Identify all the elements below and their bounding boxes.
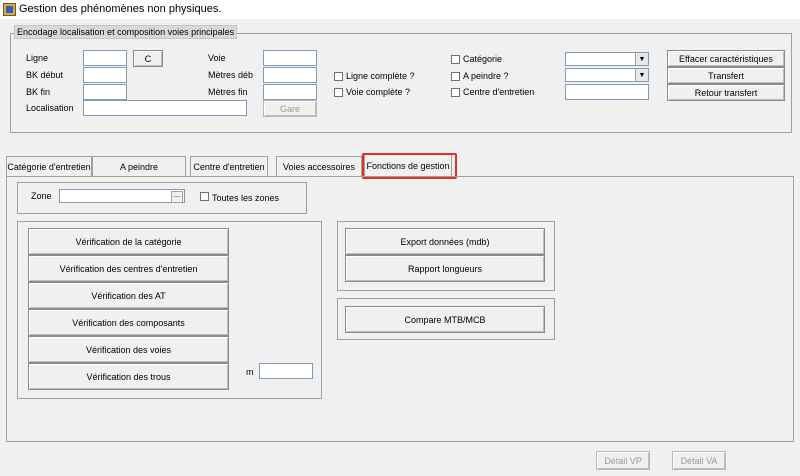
toutes-zones-label: Toutes les zones bbox=[212, 193, 280, 203]
export-donnees-button[interactable]: Export données (mdb) bbox=[345, 228, 545, 255]
chevron-down-icon[interactable]: ▼ bbox=[635, 53, 648, 65]
verification-categorie-button[interactable]: Vérification de la catégorie bbox=[28, 228, 229, 255]
categorie-label: Catégorie bbox=[463, 54, 503, 64]
voie-complete-checkbox[interactable] bbox=[334, 88, 343, 97]
m-label: m bbox=[246, 367, 254, 377]
transfert-button[interactable]: Transfert bbox=[667, 67, 785, 84]
detail-va-button[interactable]: Détail VA bbox=[672, 451, 726, 470]
ligne-c-button[interactable]: C bbox=[133, 50, 163, 67]
centre-entretien-field[interactable] bbox=[565, 84, 649, 100]
effacer-caracteristiques-button[interactable]: Effacer caractéristiques bbox=[667, 50, 785, 67]
verification-voies-button[interactable]: Vérification des voies bbox=[28, 336, 229, 363]
verification-centres-button[interactable]: Vérification des centres d'entretien bbox=[28, 255, 229, 282]
ligne-field[interactable] bbox=[83, 50, 127, 66]
window-title: Gestion des phénomènes non physiques. bbox=[19, 3, 222, 15]
voie-label: Voie bbox=[208, 53, 226, 63]
title-bar: Gestion des phénomènes non physiques. bbox=[0, 0, 800, 19]
toutes-zones-checkbox[interactable] bbox=[200, 192, 209, 201]
categorie-checkbox[interactable] bbox=[451, 55, 460, 64]
verification-composants-button[interactable]: Vérification des composants bbox=[28, 309, 229, 336]
chevron-down-icon[interactable]: ▼ bbox=[635, 69, 648, 81]
app-icon bbox=[3, 3, 16, 16]
zone-browse-button[interactable]: ... bbox=[171, 191, 183, 203]
zone-label: Zone bbox=[31, 191, 52, 201]
centre-entretien-label: Centre d'entretien bbox=[463, 87, 535, 97]
tab-categorie-entretien[interactable]: Catégorie d'entretien bbox=[6, 156, 92, 176]
ligne-complete-checkbox[interactable] bbox=[334, 72, 343, 81]
voie-complete-label: Voie complète ? bbox=[346, 87, 411, 97]
localisation-label: Localisation bbox=[26, 103, 74, 113]
a-peindre-checkbox[interactable] bbox=[451, 72, 460, 81]
centre-entretien-checkbox[interactable] bbox=[451, 88, 460, 97]
zone-field[interactable]: ... bbox=[59, 189, 185, 203]
metres-deb-field[interactable] bbox=[263, 67, 317, 83]
encoding-group-title: Encodage localisation et composition voi… bbox=[14, 25, 238, 39]
ligne-complete-label: Ligne complète ? bbox=[346, 71, 415, 81]
verification-at-button[interactable]: Vérification des AT bbox=[28, 282, 229, 309]
tab-voies-accessoires[interactable]: Voies accessoires bbox=[276, 156, 362, 176]
bk-debut-field[interactable] bbox=[83, 67, 127, 83]
a-peindre-select[interactable]: ▼ bbox=[565, 68, 649, 82]
tab-a-peindre[interactable]: A peindre bbox=[92, 156, 186, 176]
verification-trous-button[interactable]: Vérification des trous bbox=[28, 363, 229, 390]
m-field[interactable] bbox=[259, 363, 313, 379]
bk-debut-label: BK début bbox=[26, 70, 64, 80]
bk-fin-label: BK fin bbox=[26, 87, 51, 97]
rapport-longueurs-button[interactable]: Rapport longueurs bbox=[345, 255, 545, 282]
voie-field[interactable] bbox=[263, 50, 317, 66]
bk-fin-field[interactable] bbox=[83, 84, 127, 100]
categorie-select[interactable]: ▼ bbox=[565, 52, 649, 66]
gare-button[interactable]: Gare bbox=[263, 100, 317, 117]
ligne-label: Ligne bbox=[26, 53, 49, 63]
a-peindre-label: A peindre ? bbox=[463, 71, 509, 81]
compare-mtb-mcb-button[interactable]: Compare MTB/MCB bbox=[345, 306, 545, 333]
metres-deb-label: Mètres déb bbox=[208, 70, 254, 80]
detail-vp-button[interactable]: Détail VP bbox=[596, 451, 650, 470]
tab-centre-entretien[interactable]: Centre d'entretien bbox=[190, 156, 268, 176]
metres-fin-field[interactable] bbox=[263, 84, 317, 100]
localisation-field[interactable] bbox=[83, 100, 247, 116]
metres-fin-label: Mètres fin bbox=[208, 87, 248, 97]
retour-transfert-button[interactable]: Retour transfert bbox=[667, 84, 785, 101]
